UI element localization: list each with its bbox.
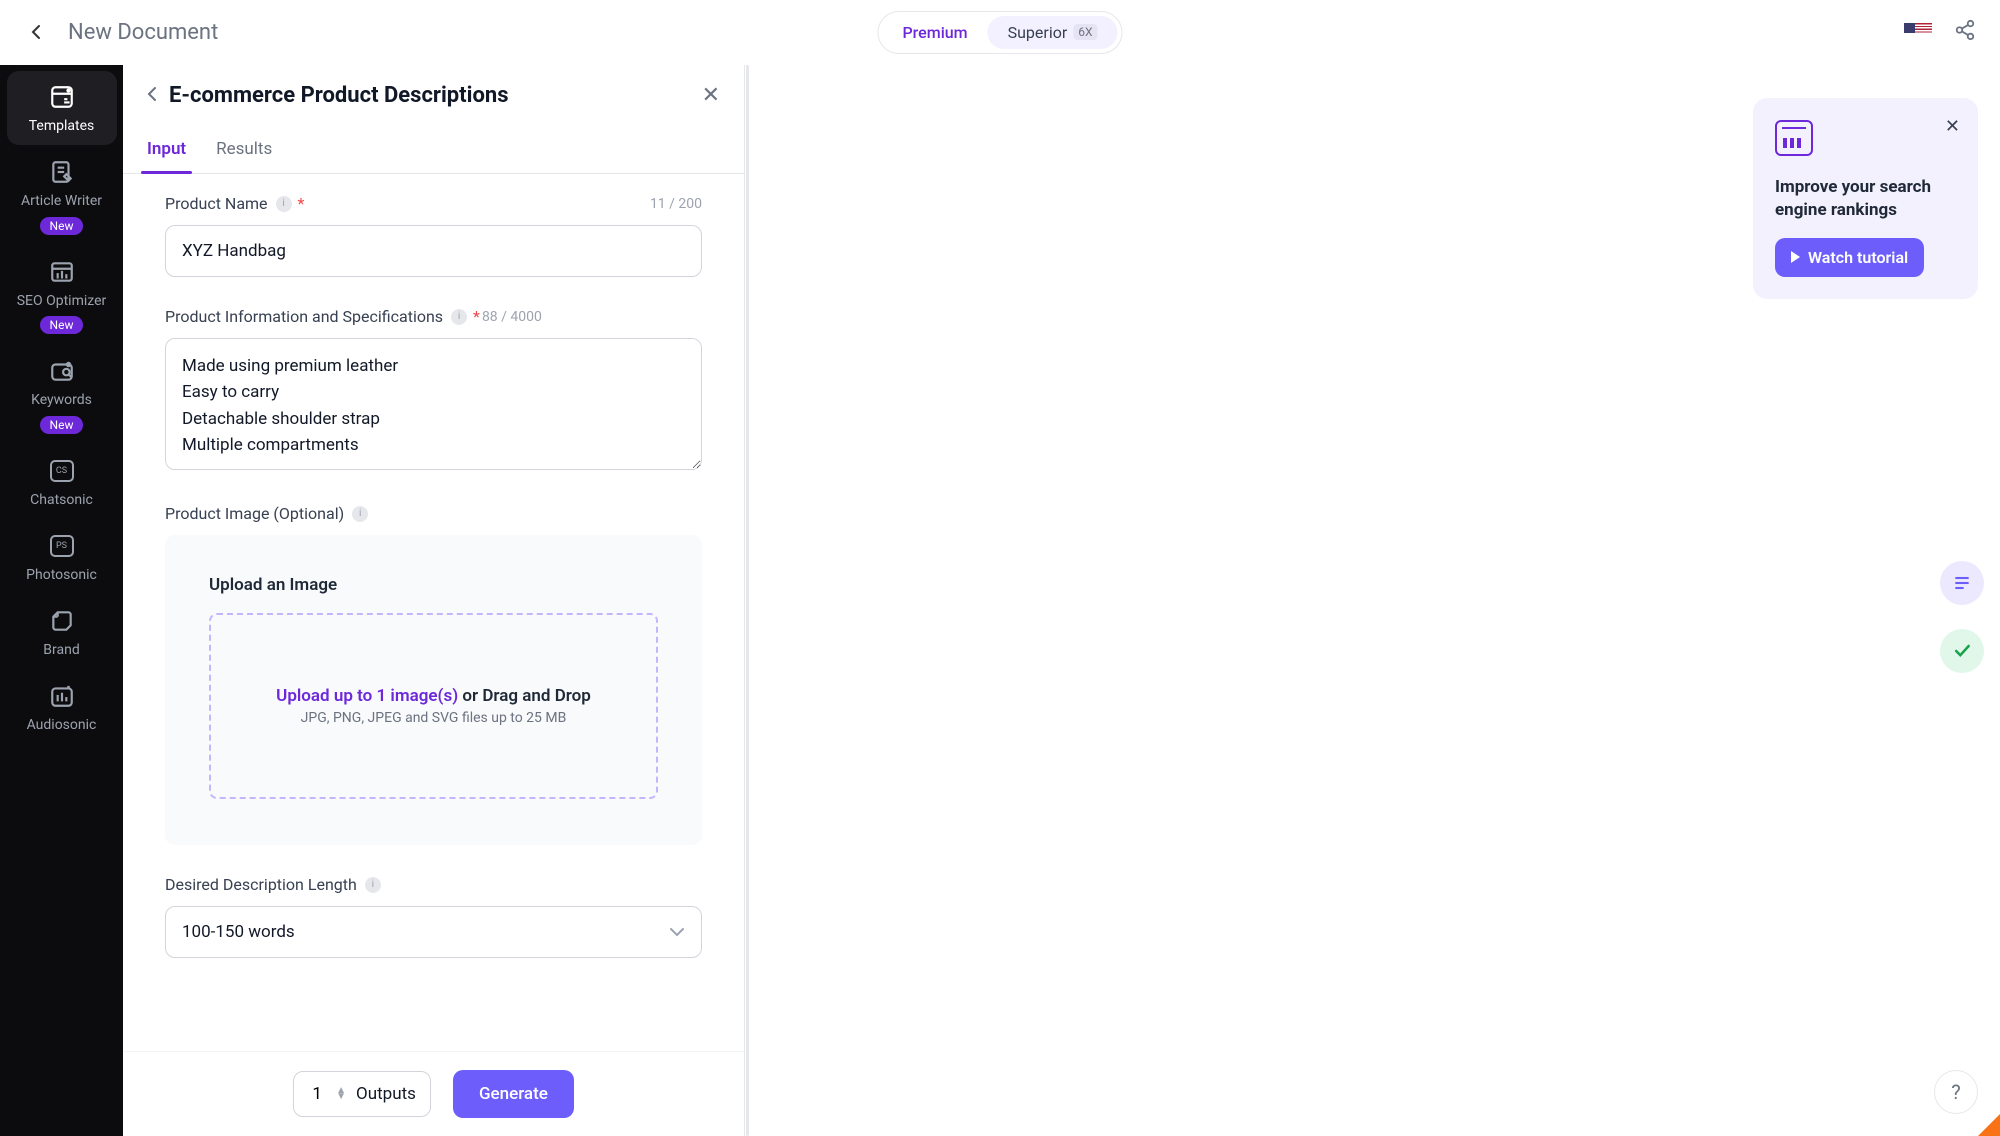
sidebar-item-label: Keywords (31, 392, 92, 409)
sidebar-item-photosonic[interactable]: PS Photosonic (7, 520, 117, 594)
plan-superior-label: Superior (1008, 23, 1068, 42)
sidebar: Templates Article Writer New SEO Optimiz… (0, 65, 123, 1136)
sidebar-item-seo-optimizer[interactable]: SEO Optimizer New (7, 246, 117, 345)
outputs-label: Outputs (356, 1084, 416, 1104)
corner-decoration (1978, 1114, 2000, 1136)
grammar-check-button[interactable] (1940, 629, 1984, 673)
sidebar-item-templates[interactable]: Templates (7, 71, 117, 145)
chevron-down-icon[interactable]: ▼ (336, 1094, 346, 1100)
chevron-down-icon (669, 922, 685, 942)
product-info-textarea[interactable] (165, 338, 702, 470)
product-name-label: Product Name (165, 194, 268, 213)
generate-button[interactable]: Generate (453, 1070, 574, 1118)
analytics-icon (1775, 120, 1813, 156)
product-info-label: Product Information and Specifications (165, 307, 443, 326)
upload-subtext: JPG, PNG, JPEG and SVG files up to 25 MB (301, 710, 567, 726)
sidebar-item-article-writer[interactable]: Article Writer New (7, 146, 117, 245)
back-button[interactable] (24, 20, 48, 44)
chatsonic-icon: CS (48, 457, 76, 485)
keywords-icon (48, 357, 76, 385)
sidebar-item-keywords[interactable]: Keywords New (7, 345, 117, 444)
share-button[interactable] (1954, 19, 1976, 45)
length-value: 100-150 words (182, 922, 295, 942)
upload-rest: or Drag and Drop (458, 686, 591, 706)
document-stats-button[interactable] (1940, 561, 1984, 605)
help-button[interactable]: ? (1934, 1070, 1978, 1114)
product-image-label: Product Image (Optional) (165, 504, 344, 523)
sidebar-item-label: Chatsonic (30, 492, 93, 509)
sidebar-item-label: Audiosonic (27, 717, 97, 734)
language-flag-us[interactable] (1904, 23, 1932, 41)
info-icon[interactable]: i (365, 877, 381, 893)
templates-icon (48, 83, 76, 111)
photosonic-icon: PS (48, 532, 76, 560)
upload-dropzone[interactable]: Upload up to 1 image(s) or Drag and Drop… (209, 613, 658, 799)
form-panel: E-commerce Product Descriptions ✕ Input … (123, 65, 745, 1136)
seo-optimizer-icon (48, 258, 76, 286)
upload-link[interactable]: Upload up to 1 image(s) (276, 686, 458, 706)
outputs-stepper[interactable]: 1 ▲ ▼ Outputs (293, 1071, 431, 1117)
sidebar-item-brand[interactable]: Brand (7, 595, 117, 669)
play-icon (1791, 251, 1800, 263)
outputs-value: 1 (308, 1084, 326, 1104)
product-info-count: 88 / 4000 (482, 309, 542, 325)
sidebar-item-label: SEO Optimizer (17, 293, 107, 310)
tutorial-card: ✕ Improve your search engine rankings Wa… (1753, 98, 1978, 299)
product-name-input[interactable] (165, 225, 702, 277)
length-label: Desired Description Length (165, 875, 357, 894)
stepper-arrows[interactable]: ▲ ▼ (336, 1088, 346, 1100)
tutorial-close-button[interactable]: ✕ (1945, 116, 1960, 137)
plan-badge: 6X (1073, 24, 1097, 40)
info-icon[interactable]: i (352, 506, 368, 522)
sidebar-item-audiosonic[interactable]: Audiosonic (7, 670, 117, 744)
panel-title: E-commerce Product Descriptions (169, 83, 509, 108)
length-select[interactable]: 100-150 words (165, 906, 702, 958)
panel-close-button[interactable]: ✕ (702, 83, 720, 108)
tutorial-button-label: Watch tutorial (1808, 248, 1908, 267)
sidebar-item-label: Photosonic (26, 567, 97, 584)
new-badge: New (40, 316, 84, 334)
watch-tutorial-button[interactable]: Watch tutorial (1775, 238, 1924, 277)
sidebar-item-chatsonic[interactable]: CS Chatsonic (7, 445, 117, 519)
new-badge: New (40, 416, 84, 434)
plan-toggle: Premium Superior 6X (877, 11, 1122, 54)
plan-superior[interactable]: Superior 6X (988, 16, 1118, 49)
panel-back-button[interactable] (147, 86, 157, 106)
plan-premium[interactable]: Premium (882, 16, 987, 49)
document-title: New Document (68, 20, 218, 45)
audiosonic-icon (48, 682, 76, 710)
product-name-count: 11 / 200 (650, 196, 702, 212)
tab-input[interactable]: Input (147, 127, 186, 173)
brand-icon (48, 607, 76, 635)
sidebar-item-label: Article Writer (21, 193, 102, 210)
required-mark: * (298, 194, 305, 213)
upload-title: Upload an Image (209, 575, 658, 595)
info-icon[interactable]: i (451, 309, 467, 325)
info-icon[interactable]: i (276, 196, 292, 212)
required-mark: * (473, 307, 480, 326)
sidebar-item-label: Brand (43, 642, 79, 659)
new-badge: New (40, 217, 84, 235)
sidebar-item-label: Templates (29, 118, 95, 135)
tutorial-title: Improve your search engine rankings (1775, 176, 1956, 222)
article-writer-icon (48, 158, 76, 186)
tab-results[interactable]: Results (216, 127, 272, 173)
